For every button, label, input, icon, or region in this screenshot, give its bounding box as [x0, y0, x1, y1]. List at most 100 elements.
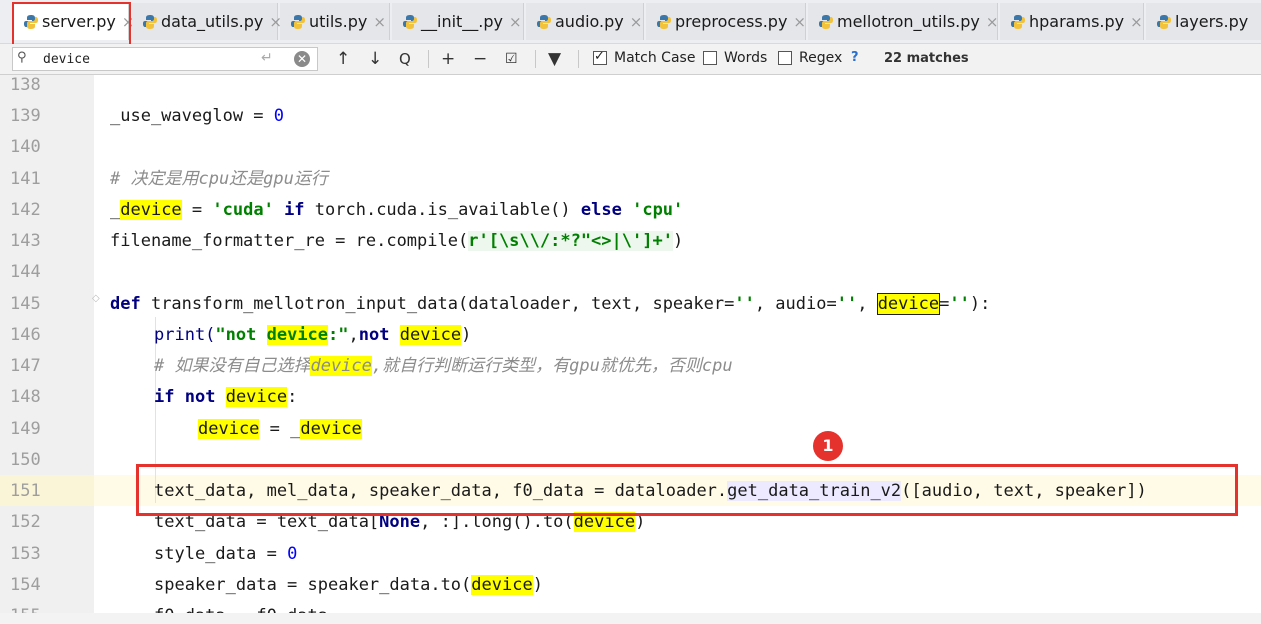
regex-label[interactable]: Regex: [799, 50, 842, 66]
line-number: 152: [10, 512, 41, 532]
tab-label: server.py: [42, 12, 116, 31]
previous-occurrence-icon[interactable]: ↑: [336, 48, 350, 70]
add-selection-icon[interactable]: +: [441, 48, 455, 70]
match-case-label[interactable]: Match Case: [614, 50, 695, 66]
code-line-147: # 如果没有自己选择device,就自行判断运行类型，有gpu就优先，否则cpu: [154, 351, 733, 382]
keyword: None: [379, 512, 421, 532]
tab-utils-py[interactable]: utils.py ×: [280, 3, 390, 40]
match-count: 22 matches: [884, 51, 969, 66]
words-checkbox[interactable]: [703, 51, 717, 65]
string-literal: 'cpu': [632, 200, 684, 220]
code-text: ): [672, 231, 684, 251]
search-match: device: [225, 387, 288, 407]
close-icon[interactable]: ×: [1130, 13, 1143, 31]
code-line-151: text_data, mel_data, speaker_data, f0_da…: [154, 476, 1147, 507]
toolbar-separator: [428, 50, 429, 68]
tab-server-py[interactable]: server.py ×: [13, 3, 134, 40]
tab-init-py[interactable]: __init__.py ×: [392, 3, 524, 40]
string-literal: '': [836, 294, 858, 314]
code-text: , :].long().to(: [420, 512, 574, 532]
string-literal: 'cuda': [212, 200, 274, 220]
builtin-call: print(: [154, 325, 216, 345]
search-icon[interactable]: ⚲: [17, 50, 27, 65]
keyword: else: [580, 200, 622, 220]
regex-literal: r'[\s\\/:*?"<>|\']+': [468, 231, 673, 251]
tab-mellotron-utils-py[interactable]: mellotron_utils.py ×: [808, 3, 998, 40]
next-occurrence-icon[interactable]: ↓: [368, 48, 382, 70]
match-case-checkbox[interactable]: [593, 49, 607, 65]
code-text: ): [532, 575, 543, 595]
regex-help-link[interactable]: ?: [851, 50, 859, 65]
tab-hparams-py[interactable]: hparams.py ×: [1000, 3, 1144, 40]
code-text: text_data, mel_data, speaker_data, f0_da…: [154, 481, 728, 501]
code-text: , audio=: [754, 294, 837, 314]
clear-search-icon[interactable]: ✕: [294, 51, 310, 67]
code-line-139: _use_waveglow = 0: [110, 101, 284, 132]
select-all-occurrences-icon[interactable]: ☑: [505, 48, 518, 70]
search-input[interactable]: [43, 50, 243, 68]
code-text: speaker_data = speaker_data.to(: [154, 575, 472, 595]
line-number-gutter: [0, 75, 94, 624]
tab-data-utils-py[interactable]: data_utils.py ×: [132, 3, 282, 40]
python-file-icon: [403, 14, 417, 29]
editor-tab-bar: server.py × data_utils.py × utils.py × _…: [0, 0, 1261, 44]
line-number: 138: [10, 75, 41, 95]
code-text: torch.cuda.is_available(): [304, 200, 581, 220]
annotation-number-badge: 1: [813, 431, 843, 461]
close-icon[interactable]: ×: [793, 13, 806, 31]
string-literal: '': [734, 294, 755, 314]
tab-label: data_utils.py: [161, 12, 264, 31]
tab-layers-py[interactable]: layers.py: [1146, 3, 1261, 40]
tab-audio-py[interactable]: audio.py ×: [526, 3, 644, 40]
python-file-icon: [291, 14, 305, 29]
comment-text: # 如果没有自己选择: [154, 356, 311, 376]
python-file-icon: [657, 14, 671, 29]
horizontal-scrollbar[interactable]: [0, 613, 1261, 624]
find-all-icon[interactable]: Q: [399, 48, 411, 70]
python-file-icon: [143, 14, 157, 29]
regex-checkbox[interactable]: [778, 51, 792, 65]
tab-preprocess-py[interactable]: preprocess.py ×: [646, 3, 806, 40]
close-icon[interactable]: ×: [630, 13, 643, 31]
new-line-icon[interactable]: ↵: [261, 50, 273, 66]
words-label[interactable]: Words: [724, 50, 767, 66]
keyword: not: [184, 387, 216, 407]
tab-label: preprocess.py: [675, 12, 788, 31]
python-file-icon: [24, 14, 38, 29]
code-line-153: style_data = 0: [154, 539, 297, 570]
line-number: 150: [10, 450, 41, 470]
toolbar-separator: [535, 50, 536, 68]
python-file-icon: [537, 14, 551, 29]
code-line-142: _device = 'cuda' if torch.cuda.is_availa…: [110, 195, 683, 226]
number-literal: 0: [273, 106, 285, 126]
line-number: 139: [10, 106, 41, 126]
line-number: 151: [10, 481, 41, 501]
code-line-146: print("not device:",not device): [154, 320, 471, 351]
search-field: ⚲ ↵ ✕: [12, 47, 318, 71]
filter-icon[interactable]: ▼: [548, 48, 561, 70]
current-search-match: device: [876, 293, 941, 315]
comment-text: ,就自行判断运行类型，有gpu就优先，否则cpu: [371, 356, 733, 376]
code-text: text_data = text_data[: [154, 512, 380, 532]
tab-label: audio.py: [555, 12, 624, 31]
code-line-141: # 决定是用cpu还是gpu运行: [110, 169, 328, 189]
code-line-148: if not device:: [154, 382, 297, 413]
close-icon[interactable]: ×: [986, 13, 999, 31]
search-match: device: [399, 325, 462, 345]
close-icon[interactable]: ×: [373, 13, 386, 31]
code-text: ,: [857, 294, 878, 314]
code-line-143: filename_formatter_re = re.compile(r'[\s…: [110, 226, 683, 257]
remove-selection-icon[interactable]: −: [473, 48, 487, 70]
close-icon[interactable]: ×: [509, 13, 522, 31]
code-editor[interactable]: 138 139 140 141 142 143 144 145 146 147 …: [0, 75, 1261, 624]
code-text: ([audio, text, speaker]): [901, 481, 1147, 501]
python-file-icon: [819, 14, 833, 29]
find-toolbar: ⚲ ↵ ✕ ↑ ↓ Q + − ☑ ▼ Match Case Words Reg…: [0, 44, 1261, 75]
fold-marker-icon[interactable]: ◇: [92, 293, 102, 305]
line-number: 153: [10, 544, 41, 564]
code-text: =: [181, 200, 213, 220]
